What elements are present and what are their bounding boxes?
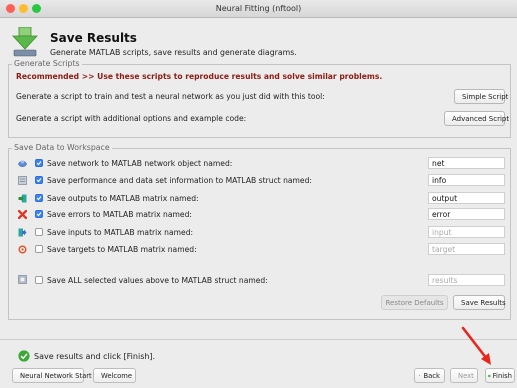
- recommended-prefix: Recommended >>: [16, 72, 95, 81]
- save-targets-checkbox[interactable]: [35, 245, 43, 253]
- footer-divider: [0, 339, 517, 340]
- save-outputs-checkbox[interactable]: [35, 194, 43, 202]
- save-all-label: Save ALL selected values above to MATLAB…: [47, 276, 268, 285]
- save-download-icon: [12, 27, 38, 57]
- restore-defaults-button[interactable]: Restore Defaults: [381, 295, 448, 310]
- page-title: Save Results: [50, 31, 137, 45]
- back-button-label: Back: [423, 371, 440, 380]
- window-title: Neural Fitting (nftool): [215, 4, 302, 13]
- status-message: Save results and click [Finish].: [34, 352, 156, 361]
- outputs-name-input[interactable]: output: [428, 192, 505, 204]
- network-icon: [18, 160, 27, 167]
- save-network-checkbox[interactable]: [35, 159, 43, 167]
- finish-button-label: Finish: [492, 371, 512, 380]
- advanced-script-button-label: Advanced Script: [452, 114, 510, 123]
- save-network-label: Save network to MATLAB network object na…: [47, 159, 233, 168]
- annotation-arrow-icon: [461, 326, 491, 365]
- save-errors-checkbox[interactable]: [35, 210, 43, 218]
- results-name-input[interactable]: results: [428, 274, 505, 286]
- title-bar: Neural Fitting (nftool): [0, 0, 517, 18]
- recommended-line: Recommended >> Use these scripts to repr…: [16, 72, 382, 81]
- restore-defaults-button-label: Restore Defaults: [385, 298, 444, 307]
- inputs-icon: [18, 228, 27, 237]
- page-subtitle: Generate MATLAB scripts, save results an…: [50, 48, 297, 57]
- performance-name-input[interactable]: info: [428, 174, 505, 186]
- next-button[interactable]: Next: [450, 368, 478, 383]
- simple-script-text: Generate a script to train and test a ne…: [16, 92, 325, 101]
- struct-icon: [18, 176, 27, 185]
- struct-all-icon: [18, 275, 27, 284]
- back-button[interactable]: Back: [414, 368, 445, 383]
- recommended-text: Use these scripts to reproduce results a…: [97, 72, 383, 81]
- errors-name-input[interactable]: error: [428, 208, 505, 220]
- targets-icon: [18, 245, 27, 254]
- simple-script-button[interactable]: Simple Script: [454, 89, 509, 104]
- save-all-checkbox[interactable]: [35, 276, 43, 284]
- save-results-button-label: Save Results: [461, 298, 506, 307]
- welcome-button[interactable]: Welcome: [93, 368, 136, 383]
- neural-network-start-label: Neural Network Start: [20, 371, 92, 380]
- neural-network-start-button[interactable]: Neural Network Start: [12, 368, 92, 383]
- advanced-script-text: Generate a script with additional option…: [16, 114, 247, 123]
- targets-name-input[interactable]: target: [428, 243, 505, 255]
- back-arrow-icon: [419, 374, 421, 377]
- inputs-name-input[interactable]: input: [428, 226, 505, 238]
- save-targets-label: Save targets to MATLAB matrix named:: [47, 245, 197, 254]
- save-outputs-label: Save outputs to MATLAB matrix named:: [47, 194, 199, 203]
- save-performance-label: Save performance and data set informatio…: [47, 176, 312, 185]
- generate-scripts-group-title: Generate Scripts: [12, 59, 82, 68]
- save-inputs-checkbox[interactable]: [35, 228, 43, 236]
- outputs-icon: [18, 194, 27, 203]
- save-inputs-label: Save inputs to MATLAB matrix named:: [47, 228, 194, 237]
- simple-script-button-label: Simple Script: [462, 92, 509, 101]
- errors-icon: [18, 210, 27, 219]
- finish-check-icon: [488, 374, 491, 377]
- finish-button[interactable]: Finish: [485, 368, 515, 383]
- status-check-icon: [18, 350, 30, 362]
- next-button-label: Next: [458, 371, 474, 380]
- advanced-script-button[interactable]: Advanced Script: [444, 111, 509, 126]
- save-errors-label: Save errors to MATLAB matrix named:: [47, 210, 192, 219]
- network-name-input[interactable]: net: [428, 157, 505, 169]
- welcome-button-label: Welcome: [101, 371, 133, 380]
- save-data-group-title: Save Data to Workspace: [12, 143, 112, 152]
- save-performance-checkbox[interactable]: [35, 176, 43, 184]
- save-results-button[interactable]: Save Results: [453, 295, 506, 310]
